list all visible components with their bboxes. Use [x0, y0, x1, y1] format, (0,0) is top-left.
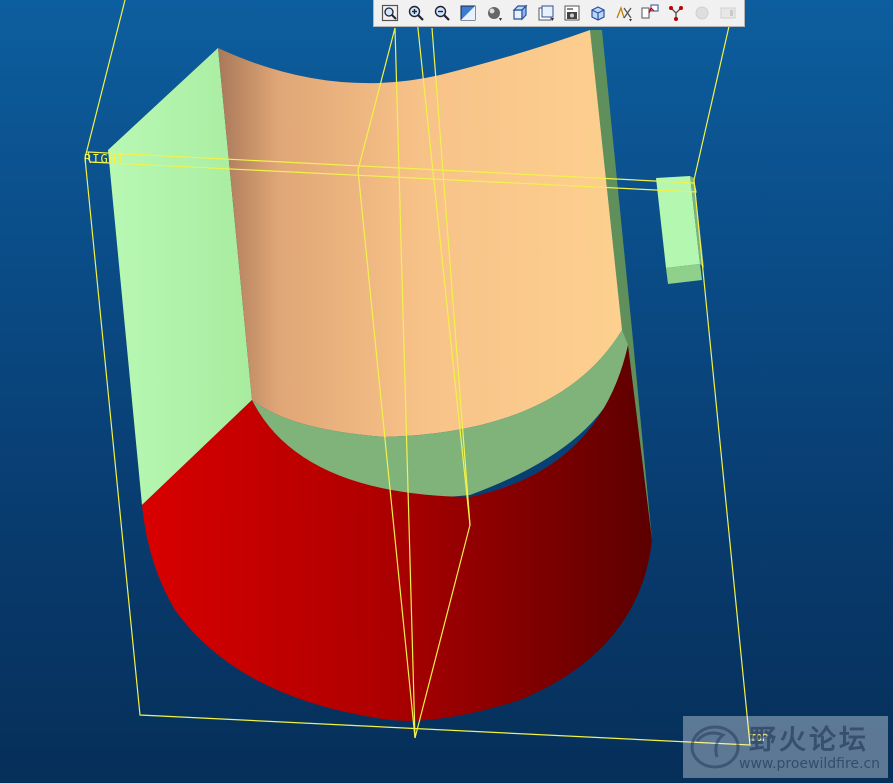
datum-display-button[interactable] [613, 2, 635, 24]
shading-icon [488, 7, 502, 21]
record-button[interactable] [691, 2, 713, 24]
datum-label-right[interactable]: RIGHT [84, 152, 125, 166]
graphics-viewport[interactable]: RIGHT TOP 野火论坛 www.proewildfire.cn [0, 0, 893, 783]
view-manager-button[interactable] [535, 2, 557, 24]
annotation-button[interactable] [639, 2, 661, 24]
model-scene[interactable] [0, 0, 893, 783]
camera-icon [564, 5, 580, 21]
repaint-icon [460, 5, 476, 21]
view-cube-icon [512, 4, 528, 21]
watermark-title: 野火论坛 [749, 725, 869, 756]
refit-button[interactable] [379, 2, 401, 24]
zoom-fit-icon [381, 4, 399, 22]
zoom-out-button[interactable] [431, 2, 453, 24]
named-view-button[interactable] [587, 2, 609, 24]
datum-display-icon [616, 6, 632, 22]
pause-icon [720, 7, 736, 19]
repaint-button[interactable] [457, 2, 479, 24]
zoom-in-icon [408, 5, 424, 21]
view-manager-icon [538, 5, 554, 21]
circle-icon [695, 6, 709, 20]
spin-center-button[interactable] [665, 2, 687, 24]
watermark-url: www.proewildfire.cn [739, 756, 881, 772]
upper-cylinder-face [218, 30, 622, 437]
zoom-out-icon [434, 5, 450, 21]
spin-center-icon [669, 6, 683, 21]
forum-watermark: 野火论坛 www.proewildfire.cn [683, 716, 888, 778]
display-style-button[interactable] [483, 2, 505, 24]
pause-button[interactable] [717, 2, 739, 24]
forum-logo-icon [690, 725, 740, 769]
view-toolbar [373, 0, 745, 27]
annotation-icon [641, 4, 659, 19]
orient-button[interactable] [561, 2, 583, 24]
saved-views-button[interactable] [509, 2, 531, 24]
model-box-icon [591, 6, 605, 21]
zoom-in-button[interactable] [405, 2, 427, 24]
